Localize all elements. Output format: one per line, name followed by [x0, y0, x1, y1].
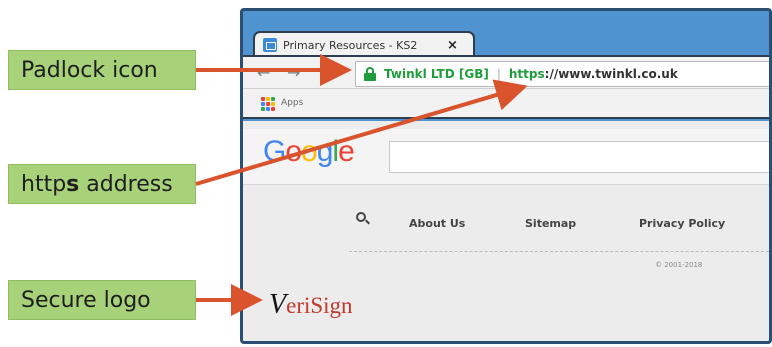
apps-shortcut[interactable]: Apps: [281, 98, 303, 108]
callout-https-address: https address: [8, 164, 196, 204]
verisign-check-mark: V: [269, 289, 287, 320]
toolbar: ← → ↻ Twinkl LTD [GB] | https ://www.twi…: [243, 55, 769, 89]
tab-title: Primary Resources - KS2: [283, 38, 418, 52]
url-scheme: https: [508, 67, 545, 81]
close-icon[interactable]: ×: [447, 38, 458, 53]
reload-icon[interactable]: ↻: [319, 63, 332, 82]
site-favicon-icon: [263, 38, 277, 52]
callout-padlock-icon: Padlock icon: [8, 50, 196, 90]
footer-link-privacy-policy[interactable]: Privacy Policy: [639, 217, 725, 230]
callout-label: Padlock icon: [21, 57, 158, 83]
google-search-bar: Google: [243, 129, 769, 185]
google-logo: Google: [263, 135, 355, 169]
tab-bar: Primary Resources - KS2 ×: [243, 11, 769, 57]
callout-label: Secure logo: [21, 287, 151, 313]
verisign-secure-logo: VeriSign: [269, 289, 353, 321]
copyright-text: © 2001-2018: [655, 261, 703, 269]
google-logo-letter: o: [301, 135, 318, 168]
google-logo-letter: e: [338, 135, 355, 168]
google-search-input[interactable]: [389, 141, 769, 173]
padlock-icon[interactable]: [364, 67, 376, 81]
footer-divider: [349, 251, 769, 252]
address-separator: |: [496, 67, 501, 81]
ev-certificate-name: Twinkl LTD [GB]: [384, 67, 489, 81]
google-logo-letter: o: [285, 135, 302, 168]
bookmarks-bar: Apps: [243, 89, 769, 119]
footer-link-about-us[interactable]: About Us: [409, 217, 465, 230]
footer-link-sitemap[interactable]: Sitemap: [525, 217, 576, 230]
page-content: Google About Us Sitemap Privacy Policy ©…: [243, 121, 769, 341]
browser-tab[interactable]: Primary Resources - KS2 ×: [253, 31, 475, 57]
browser-window: Primary Resources - KS2 × ← → ↻ Twinkl L…: [240, 8, 772, 344]
back-arrow-icon[interactable]: ←: [257, 63, 270, 82]
search-icon[interactable]: [356, 212, 366, 222]
apps-grid-icon[interactable]: [261, 97, 275, 111]
google-logo-letter: g: [316, 135, 334, 168]
address-bar[interactable]: Twinkl LTD [GB] | https ://www.twinkl.co…: [355, 61, 769, 87]
callout-secure-logo: Secure logo: [8, 280, 196, 320]
verisign-text: eriSign: [286, 293, 353, 318]
url-host: ://www.twinkl.co.uk: [544, 67, 678, 81]
forward-arrow-icon[interactable]: →: [287, 63, 300, 82]
google-logo-letter: G: [263, 135, 286, 168]
callout-label: https address: [21, 171, 173, 197]
